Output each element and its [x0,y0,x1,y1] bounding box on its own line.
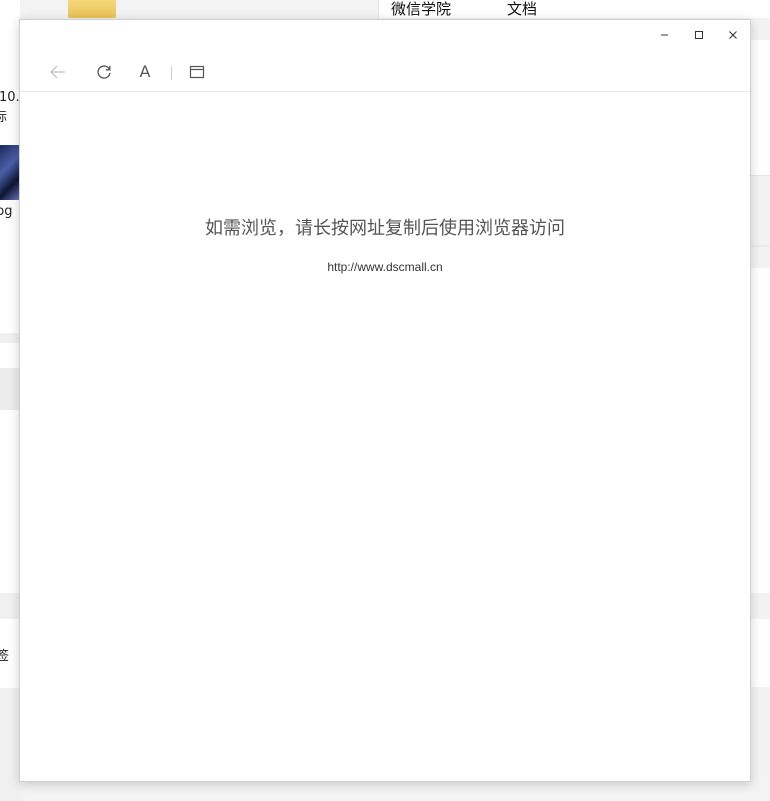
background-text: pg [0,204,13,219]
background-label: 文档 [507,0,538,18]
background-label: 微信学院 [391,0,452,18]
background-band [0,593,20,619]
background-window-right [750,318,770,593]
refresh-icon [97,65,111,79]
background-thumbnail [0,145,20,200]
notice-message: 如需浏览，请长按网址复制后使用浏览器访问 [205,218,565,239]
refresh-button[interactable] [92,60,116,84]
maximize-icon [695,31,703,39]
minimize-icon [661,34,668,36]
toolbar: A [20,50,750,92]
desktop: 10.4 标 pg 签 微信学院 文档 A 如需浏览，请长按网址复制后使用浏览器… [0,0,770,801]
minimize-button[interactable] [653,25,677,45]
window-icon [189,65,205,79]
background-window-top: 微信学院 文档 [378,0,770,18]
folder-icon [68,0,116,18]
background-window-right [750,619,770,687]
background-text: 签 [0,649,10,664]
background-band [0,368,20,410]
background-window-left: 10.4 标 pg 签 [0,0,28,801]
background-window-right [750,268,770,318]
toolbar-separator [171,66,172,80]
title-bar [20,20,750,50]
background-divider [750,175,770,176]
background-window-right [750,40,770,175]
open-window-button[interactable] [185,60,209,84]
maximize-button[interactable] [687,25,711,45]
close-icon [729,31,737,39]
page-content: 如需浏览，请长按网址复制后使用浏览器访问 http://www.dscmall.… [20,92,750,780]
back-arrow-icon [50,65,65,79]
back-button[interactable] [46,60,70,84]
site-url[interactable]: http://www.dscmall.cn [20,260,750,274]
font-icon: A [139,62,151,81]
background-band [0,688,20,801]
background-text: 标 [0,110,8,125]
browser-window: A 如需浏览，请长按网址复制后使用浏览器访问 http://www.dscmal… [19,19,751,782]
background-divider [750,245,770,247]
close-button[interactable] [721,25,745,45]
font-size-button[interactable]: A [133,60,157,84]
background-band [0,333,20,343]
